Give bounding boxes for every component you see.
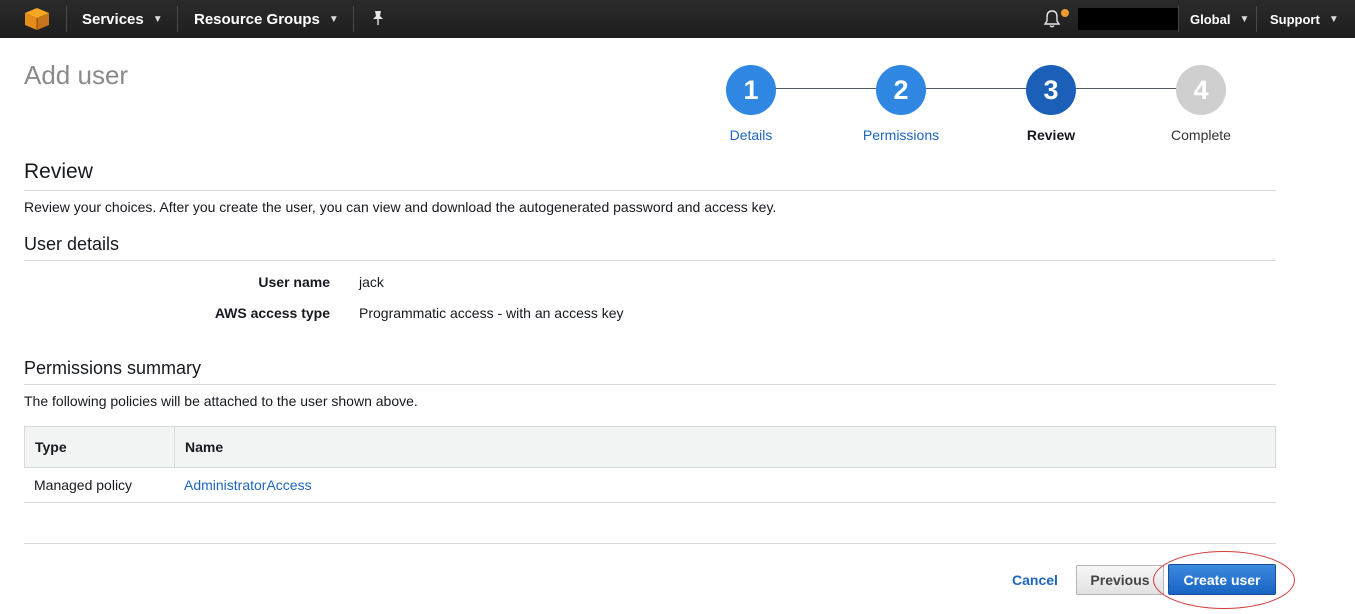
section-divider <box>24 260 1276 261</box>
review-heading: Review <box>24 160 93 183</box>
column-header-type[interactable]: Type <box>25 427 175 467</box>
step-details-link[interactable]: Details <box>681 127 821 143</box>
support-label: Support <box>1270 11 1320 27</box>
cancel-button[interactable]: Cancel <box>1004 566 1066 594</box>
user-name-value: jack <box>359 274 384 290</box>
nav-separator <box>353 6 354 32</box>
column-header-name[interactable]: Name <box>175 427 223 467</box>
step-review-label: Review <box>1026 127 1076 143</box>
support-menu[interactable]: Support ▼ <box>1270 0 1339 38</box>
permissions-summary-heading: Permissions summary <box>24 358 202 378</box>
services-label: Services <box>82 10 144 28</box>
step-3-circle: 3 <box>1026 65 1076 115</box>
resource-groups-label: Resource Groups <box>194 10 320 28</box>
nav-separator <box>177 6 178 32</box>
nav-separator <box>66 6 67 32</box>
services-menu[interactable]: Services ▼ <box>82 0 163 38</box>
access-type-key: AWS access type <box>214 305 330 321</box>
account-name-redacted[interactable] <box>1078 8 1179 30</box>
permissions-description: The following policies will be attached … <box>24 393 418 409</box>
region-label: Global <box>1190 11 1231 27</box>
table-row: Managed policy AdministratorAccess <box>24 468 1276 503</box>
step-permissions-link[interactable]: Permissions <box>831 127 971 143</box>
section-divider <box>24 190 1276 191</box>
footer-divider <box>24 543 1276 544</box>
step-2-circle[interactable]: 2 <box>876 65 926 115</box>
review-description: Review your choices. After you create th… <box>24 199 777 215</box>
chevron-down-icon: ▼ <box>1239 13 1250 25</box>
step-1-circle[interactable]: 1 <box>726 65 776 115</box>
chevron-down-icon: ▼ <box>1328 13 1339 25</box>
step-complete-label: Complete <box>1171 127 1231 143</box>
create-user-button[interactable]: Create user <box>1168 564 1276 595</box>
step-4-circle: 4 <box>1176 65 1226 115</box>
chevron-down-icon: ▼ <box>152 13 163 25</box>
user-name-key: User name <box>258 274 330 290</box>
step-connector <box>925 88 1026 89</box>
top-navigation-bar: Services ▼ Resource Groups ▼ Global ▼ Su… <box>0 0 1355 38</box>
bell-icon[interactable] <box>1042 9 1062 29</box>
policy-type-cell: Managed policy <box>34 477 133 493</box>
step-connector <box>775 88 876 89</box>
resource-groups-menu[interactable]: Resource Groups ▼ <box>194 0 339 38</box>
nav-separator <box>1256 6 1257 32</box>
aws-cube-logo-icon[interactable] <box>24 7 50 31</box>
nav-separator <box>1178 6 1179 32</box>
user-details-heading: User details <box>24 234 120 254</box>
region-menu[interactable]: Global ▼ <box>1190 0 1249 38</box>
step-connector <box>1075 88 1176 89</box>
policies-table: Type Name Managed policy AdministratorAc… <box>24 426 1276 503</box>
chevron-down-icon: ▼ <box>328 13 339 25</box>
policy-name-link[interactable]: AdministratorAccess <box>174 468 312 502</box>
table-header: Type Name <box>24 426 1276 468</box>
previous-button[interactable]: Previous <box>1076 565 1164 595</box>
section-divider <box>24 384 1276 385</box>
access-type-value: Programmatic access - with an access key <box>359 305 624 321</box>
pin-icon[interactable] <box>371 10 385 26</box>
notification-badge <box>1061 9 1069 17</box>
page-title: Add user <box>24 60 129 90</box>
